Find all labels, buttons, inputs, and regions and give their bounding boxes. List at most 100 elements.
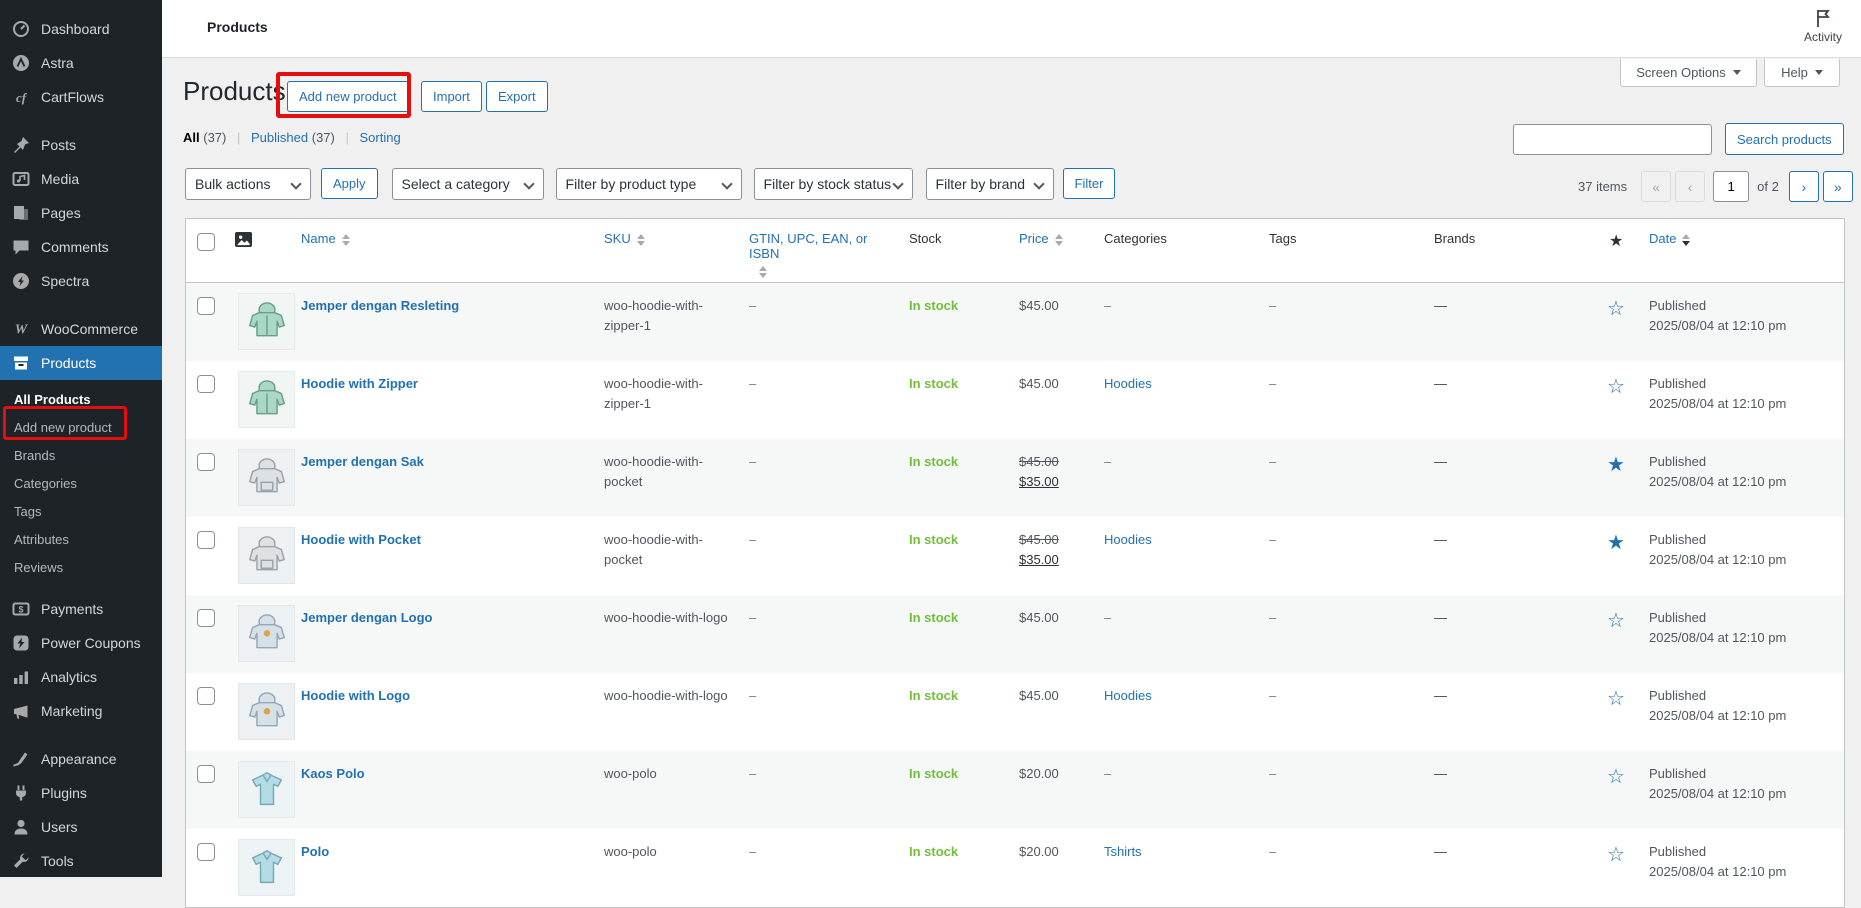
sidebar-item-appearance[interactable]: Appearance (0, 742, 162, 776)
sidebar-item-cartflows[interactable]: cf CartFlows (0, 80, 162, 114)
current-page-input[interactable] (1713, 171, 1750, 202)
category-link[interactable]: Hoodies (1104, 532, 1152, 547)
row-checkbox[interactable] (197, 297, 215, 315)
product-name-link[interactable]: Hoodie with Zipper (301, 376, 418, 391)
featured-star-outline-icon[interactable]: ☆ (1596, 751, 1641, 829)
sidebar-item-tools[interactable]: Tools (0, 844, 162, 878)
sidebar-item-analytics[interactable]: Analytics (0, 660, 162, 694)
row-checkbox[interactable] (197, 375, 215, 393)
next-page-button[interactable]: › (1788, 171, 1819, 202)
product-name-link[interactable]: Jemper dengan Logo (301, 610, 432, 625)
submenu-item-attributes[interactable]: Attributes (0, 526, 162, 554)
prev-page-button[interactable]: ‹ (1675, 171, 1706, 202)
product-name-link[interactable]: Kaos Polo (301, 766, 365, 781)
bulk-actions-select[interactable]: Bulk actions (185, 168, 311, 200)
sidebar-item-dashboard[interactable]: Dashboard (0, 12, 162, 46)
sidebar-item-media[interactable]: Media (0, 162, 162, 196)
product-thumbnail[interactable] (238, 605, 295, 662)
column-header-sku[interactable]: SKU (596, 219, 741, 282)
product-thumbnail[interactable] (238, 683, 295, 740)
screen-options-tab[interactable]: Screen Options (1620, 59, 1757, 87)
column-header-gtin[interactable]: GTIN, UPC, EAN, or ISBN (741, 219, 901, 282)
category-filter-select[interactable]: Select a category (391, 168, 544, 200)
tags-cell: – (1269, 844, 1277, 859)
add-new-product-button[interactable]: Add new product (287, 81, 409, 112)
view-published[interactable]: Published (251, 130, 308, 145)
submenu-item-add-new-product[interactable]: Add new product (0, 414, 162, 442)
category-link[interactable]: Tshirts (1104, 844, 1142, 859)
row-checkbox[interactable] (197, 531, 215, 549)
submenu-item-tags[interactable]: Tags (0, 498, 162, 526)
category-link[interactable]: Hoodies (1104, 688, 1152, 703)
sidebar-item-label: Astra (41, 55, 74, 71)
apply-button[interactable]: Apply (321, 168, 378, 199)
brand-filter-select[interactable]: Filter by brand (925, 168, 1054, 200)
product-thumbnail[interactable] (238, 839, 295, 896)
sidebar-item-comments[interactable]: Comments (0, 230, 162, 264)
featured-star-filled-icon[interactable]: ★ (1596, 439, 1641, 517)
search-products-button[interactable]: Search products (1725, 123, 1844, 155)
gtin-cell: – (749, 610, 757, 625)
submenu-item-categories[interactable]: Categories (0, 470, 162, 498)
column-header-date[interactable]: Date (1641, 219, 1846, 282)
product-thumbnail[interactable] (238, 761, 295, 818)
import-button[interactable]: Import (421, 81, 482, 112)
submenu-item-reviews[interactable]: Reviews (0, 554, 162, 582)
sidebar-item-astra[interactable]: Astra (0, 46, 162, 80)
submenu-item-brands[interactable]: Brands (0, 442, 162, 470)
table-row: Kaos Polo woo-polo – In stock $20.00– – — ☆ Publ… (186, 751, 1844, 829)
brands-cell: — (1434, 844, 1447, 859)
row-checkbox[interactable] (197, 843, 215, 861)
product-name-link[interactable]: Jemper dengan Resleting (301, 298, 459, 313)
first-page-button[interactable]: « (1641, 171, 1672, 202)
sidebar-item-woocommerce[interactable]: W WooCommerce (0, 312, 162, 346)
stock-status-filter-select[interactable]: Filter by stock status (753, 168, 913, 200)
product-thumbnail[interactable] (238, 371, 295, 428)
last-page-button[interactable]: » (1822, 171, 1853, 202)
submenu-item-all-products[interactable]: All Products (0, 386, 162, 414)
product-thumbnail[interactable] (238, 293, 295, 350)
row-checkbox[interactable] (197, 609, 215, 627)
column-header-price[interactable]: Price (1011, 219, 1096, 282)
product-name-link[interactable]: Hoodie with Pocket (301, 532, 421, 547)
admin-sidebar: Dashboard Astra cf CartFlows Posts Media Pages… (0, 0, 162, 877)
product-type-filter-select[interactable]: Filter by product type (555, 168, 742, 200)
sidebar-item-power-coupons[interactable]: Power Coupons (0, 626, 162, 660)
tags-cell: – (1269, 532, 1277, 547)
featured-star-outline-icon[interactable]: ☆ (1596, 361, 1641, 439)
price: $45.00 (1019, 376, 1059, 391)
sidebar-item-pages[interactable]: Pages (0, 196, 162, 230)
view-sorting[interactable]: Sorting (360, 130, 401, 145)
featured-star-filled-icon[interactable]: ★ (1596, 517, 1641, 595)
product-thumbnail[interactable] (238, 527, 295, 584)
row-checkbox[interactable] (197, 687, 215, 705)
sidebar-item-users[interactable]: Users (0, 810, 162, 844)
sidebar-item-spectra[interactable]: Spectra (0, 264, 162, 298)
users-icon (11, 817, 31, 837)
product-name-link[interactable]: Hoodie with Logo (301, 688, 410, 703)
sidebar-item-plugins[interactable]: Plugins (0, 776, 162, 810)
category-link[interactable]: Hoodies (1104, 376, 1152, 391)
filter-button[interactable]: Filter (1062, 168, 1116, 199)
sidebar-item-payments[interactable]: $ Payments (0, 592, 162, 626)
sidebar-item-posts[interactable]: Posts (0, 128, 162, 162)
featured-star-outline-icon[interactable]: ☆ (1596, 673, 1641, 751)
select-all-checkbox[interactable] (197, 233, 215, 251)
featured-star-outline-icon[interactable]: ☆ (1596, 283, 1641, 361)
sidebar-item-marketing[interactable]: Marketing (0, 694, 162, 728)
row-checkbox[interactable] (197, 765, 215, 783)
export-button[interactable]: Export (486, 81, 548, 112)
column-header-name[interactable]: Name (293, 219, 596, 282)
product-thumbnail[interactable] (238, 449, 295, 506)
view-all[interactable]: All (183, 130, 200, 145)
product-name-link[interactable]: Jemper dengan Sak (301, 454, 424, 469)
featured-star-outline-icon[interactable]: ☆ (1596, 829, 1641, 907)
help-tab[interactable]: Help (1764, 59, 1840, 87)
sidebar-item-products[interactable]: Products (0, 346, 162, 380)
activity-button[interactable]: Activity (1799, 9, 1847, 44)
column-header-tags: Tags (1269, 231, 1297, 246)
row-checkbox[interactable] (197, 453, 215, 471)
search-input[interactable] (1513, 124, 1712, 155)
featured-star-outline-icon[interactable]: ☆ (1596, 595, 1641, 673)
product-name-link[interactable]: Polo (301, 844, 329, 859)
